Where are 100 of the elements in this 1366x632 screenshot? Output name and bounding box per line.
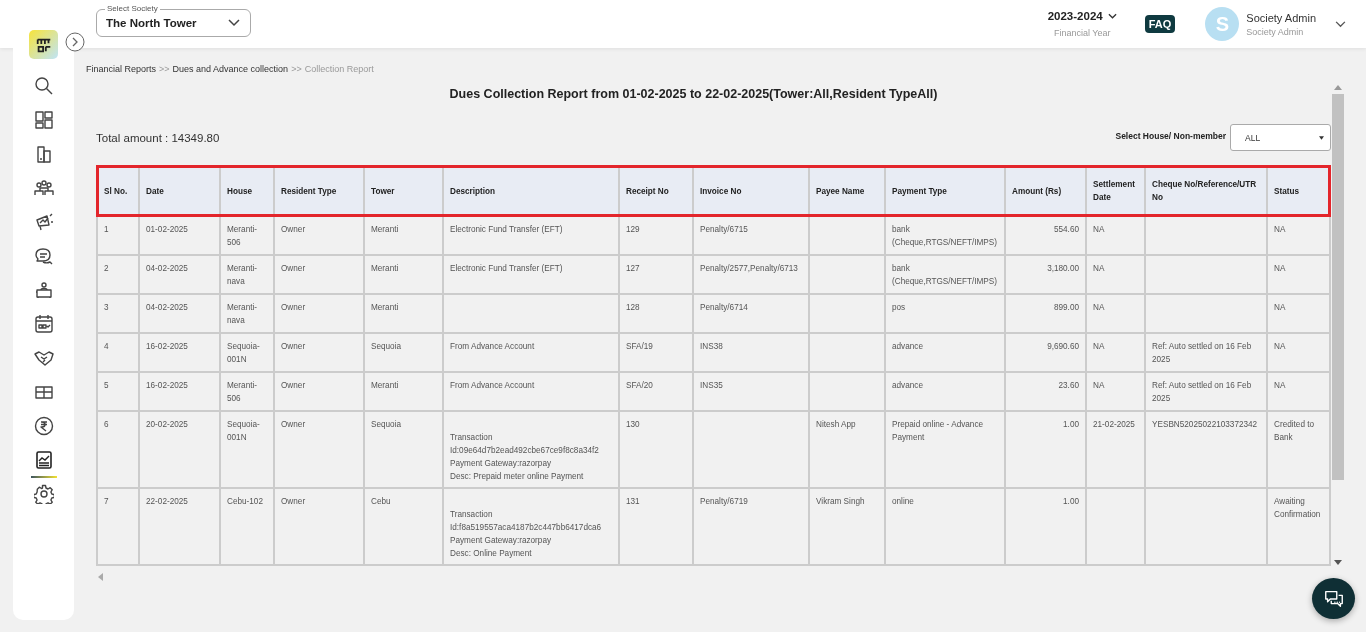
table-cell: NA xyxy=(1274,225,1286,234)
table-cell: Owner xyxy=(281,381,306,390)
chat-button[interactable] xyxy=(1312,578,1355,619)
table-cell: 22-02-2025 xyxy=(146,497,188,506)
table-cell: 21-02-2025 xyxy=(1093,420,1135,429)
table-cell: 2 xyxy=(104,264,109,273)
table-cell: Meranti-nava xyxy=(227,303,258,325)
caret-down-icon xyxy=(1319,135,1324,140)
financial-year-select[interactable]: 2023-2024 xyxy=(1047,10,1103,22)
table-cell: 6 xyxy=(104,420,109,429)
table-cell: Meranti-nava xyxy=(227,264,258,286)
table-cell: 131 xyxy=(626,497,640,506)
table-cell: From Advance Account xyxy=(450,342,535,351)
table-cell: 3 xyxy=(104,303,109,312)
table-cell: 128 xyxy=(626,303,640,312)
column-header: Description xyxy=(443,166,619,216)
table-cell: Meranti xyxy=(371,264,399,273)
expand-sidebar-icon[interactable] xyxy=(65,32,85,52)
table-cell: Electronic Fund Transfer (EFT) xyxy=(450,264,563,273)
user-name: Society Admin xyxy=(1246,11,1316,24)
column-header: Resident Type xyxy=(274,166,364,216)
table-cell: 127 xyxy=(626,264,640,273)
table-cell: 554.60 xyxy=(1053,225,1079,234)
table-cell: SFA/19 xyxy=(626,342,653,351)
table-cell: Meranti-506 xyxy=(227,225,258,247)
column-header: Cheque No/Reference/UTR No xyxy=(1145,166,1267,216)
table-cell: online xyxy=(892,497,914,506)
search-icon[interactable] xyxy=(33,76,54,96)
table-cell: advance xyxy=(892,381,923,390)
table-cell: Cebu-102 xyxy=(227,497,263,506)
total-amount: Total amount : 14349.80 xyxy=(96,132,220,146)
table-cell: 23.60 xyxy=(1058,381,1079,390)
house-select[interactable]: ALL xyxy=(1230,124,1331,151)
table-cell: INS38 xyxy=(700,342,723,351)
people-icon[interactable] xyxy=(33,178,54,198)
calendar-icon[interactable] xyxy=(33,314,54,334)
table-cell: Meranti xyxy=(371,303,399,312)
table-cell: Nitesh App xyxy=(816,420,856,429)
table-cell-text: Transaction Id:f8a519557aca4187b2c447bb6417dca6 Payment Gateway:razorpay Desc: Online Payment xyxy=(450,509,603,560)
table-cell: NA xyxy=(1093,381,1105,390)
table-cell: advance xyxy=(892,342,923,351)
table-cell: Vikram Singh xyxy=(816,497,865,506)
rupee-icon[interactable] xyxy=(33,416,54,436)
table-cell: bank (Cheque,RTGS/NEFT/IMPS) xyxy=(892,225,997,247)
column-header: Invoice No xyxy=(693,166,809,216)
table-cell: Owner xyxy=(281,264,306,273)
table-cell: NA xyxy=(1093,342,1105,351)
table-cell: Penalty/6714 xyxy=(700,303,748,312)
table-cell: NA xyxy=(1274,342,1286,351)
table-cell: 129 xyxy=(626,225,640,234)
table-cell: 1.00 xyxy=(1063,497,1079,506)
chevron-down-icon[interactable] xyxy=(1107,13,1117,19)
chat-icon[interactable] xyxy=(33,246,54,266)
table-cell: 16-02-2025 xyxy=(146,342,188,351)
table-cell: Awaiting Confirmation xyxy=(1274,497,1321,519)
table-cell: 20-02-2025 xyxy=(146,420,188,429)
user-role: Society Admin xyxy=(1246,26,1305,37)
table-cell: 16-02-2025 xyxy=(146,381,188,390)
table-cell: Sequoia xyxy=(371,342,402,351)
table-cell: 04-02-2025 xyxy=(146,303,188,312)
chevron-down-icon[interactable] xyxy=(1335,20,1346,28)
app-logo[interactable] xyxy=(29,30,58,59)
table-cell: 4 xyxy=(104,342,109,351)
scroll-down-icon[interactable] xyxy=(1334,560,1342,565)
breadcrumb-separator: >> xyxy=(291,64,302,76)
table-cell: NA xyxy=(1274,381,1286,390)
column-header: Date xyxy=(139,166,220,216)
table-cell: pos xyxy=(892,303,906,312)
breadcrumb-link[interactable]: Dues and Advance collection xyxy=(172,64,289,85)
table-cell: Prepaid online - Advance Payment xyxy=(892,420,984,442)
table-cell: Penalty/6715 xyxy=(700,225,748,234)
table-cell: Owner xyxy=(281,342,306,351)
table-cell: 1 xyxy=(104,225,109,234)
report-title: Dues Collection Report from 01-02-2025 to 22-02-2025(Tower:All,Resident TypeAll) xyxy=(448,87,939,101)
column-header: Settlement Date xyxy=(1086,166,1145,216)
table-cell: YESBN52025022103372342 xyxy=(1152,420,1258,429)
scrollbar-thumb[interactable] xyxy=(1332,94,1344,480)
table-cell: 04-02-2025 xyxy=(146,264,188,273)
breadcrumb-link[interactable]: Financial Reports xyxy=(86,64,157,85)
column-header: Tower xyxy=(364,166,443,216)
column-header: Payee Name xyxy=(809,166,885,216)
megaphone-icon[interactable] xyxy=(33,212,54,232)
column-header: Receipt No xyxy=(619,166,693,216)
table-cell: Penalty/6719 xyxy=(700,497,748,506)
table-cell: Owner xyxy=(281,225,306,234)
dashboard-icon[interactable] xyxy=(33,110,54,130)
table-cell: 130 xyxy=(626,420,640,429)
table-cell: Electronic Fund Transfer (EFT) xyxy=(450,225,563,234)
table-cell: Owner xyxy=(281,497,306,506)
faq-button[interactable]: FAQ xyxy=(1144,15,1176,33)
table-cell: 5 xyxy=(104,381,109,390)
table-cell: Sequoia-001N xyxy=(227,420,260,442)
table-cell: Credited to Bank xyxy=(1274,420,1315,442)
table-cell: NA xyxy=(1093,303,1105,312)
table-cell: 899.00 xyxy=(1053,303,1079,312)
report-chart-icon[interactable] xyxy=(33,450,54,470)
reception-desk-icon[interactable] xyxy=(33,280,54,300)
table-cell: NA xyxy=(1274,303,1286,312)
table-cell: Ref: Auto settled on 16 Feb 2025 xyxy=(1152,381,1252,403)
settings-icon[interactable] xyxy=(33,484,54,504)
